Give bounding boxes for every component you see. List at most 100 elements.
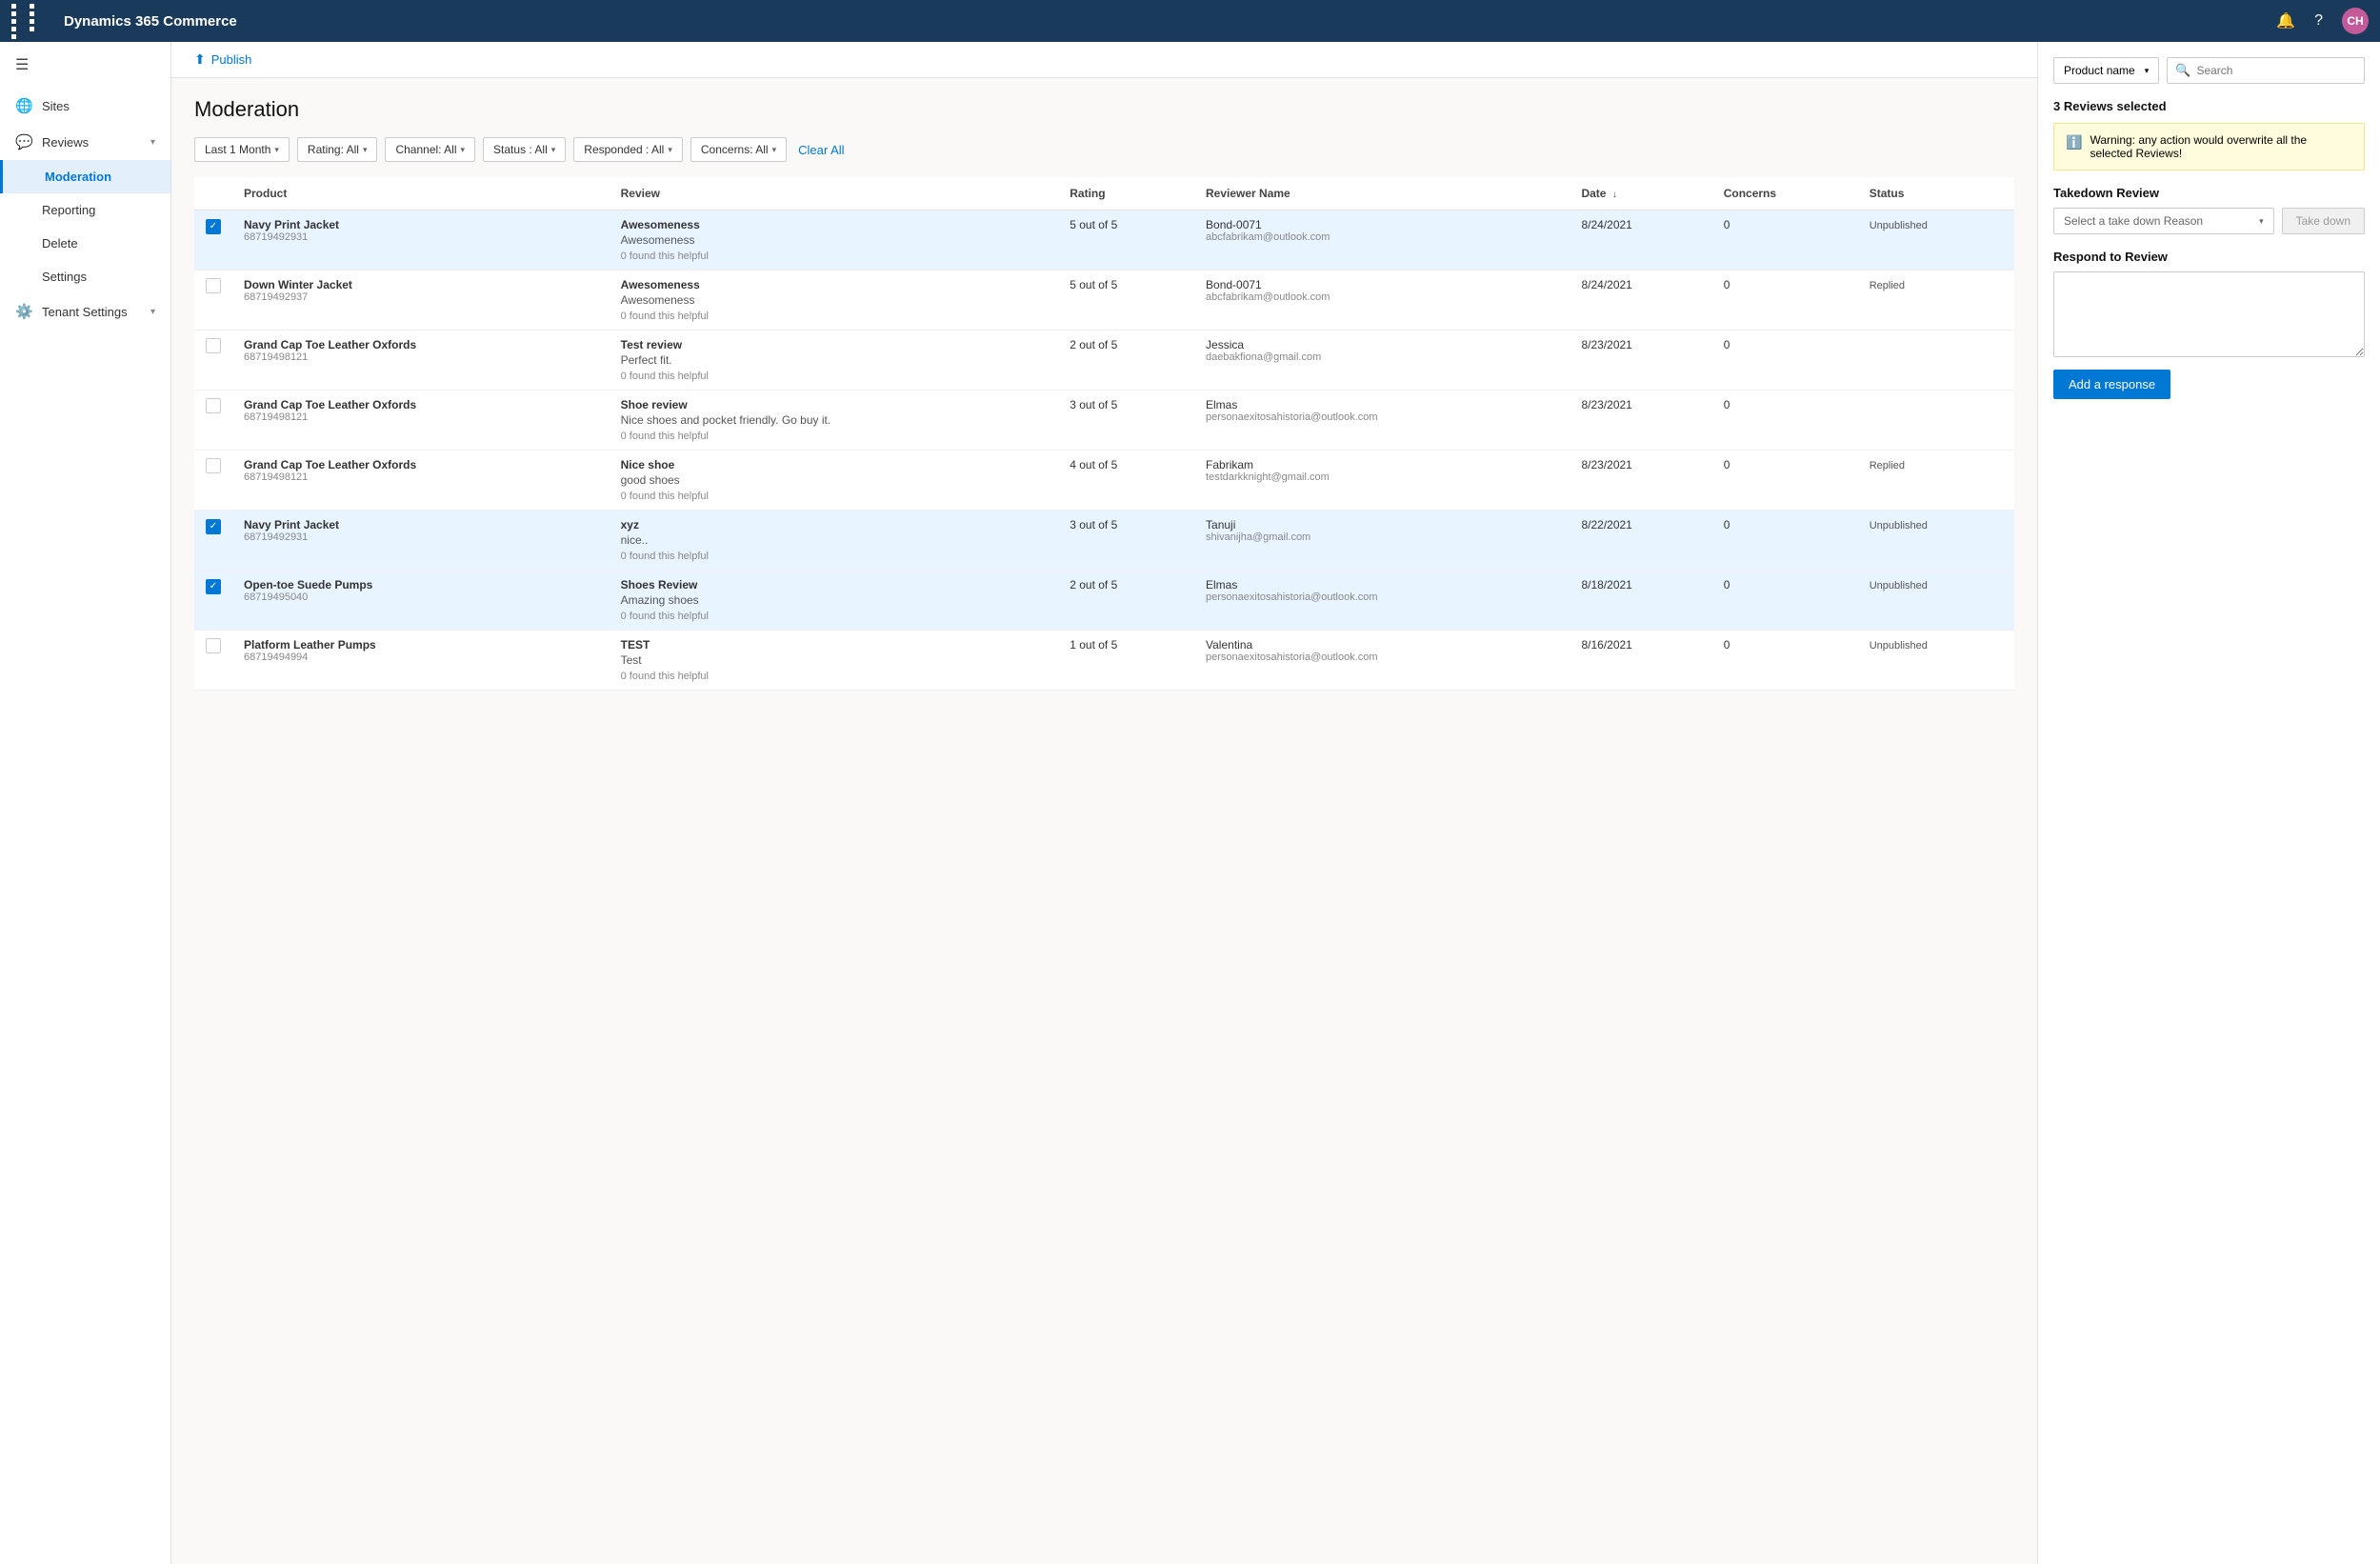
takedown-button[interactable]: Take down xyxy=(2282,208,2365,234)
row-checkbox-cell[interactable] xyxy=(194,391,232,451)
notification-icon[interactable]: 🔔 xyxy=(2276,11,2295,30)
concerns-count: 0 xyxy=(1724,518,1730,531)
sidebar-item-settings[interactable]: Settings xyxy=(0,260,170,293)
reviewer-cell: Elmas personaexitosahistoria@outlook.com xyxy=(1194,391,1570,451)
table-row: Down Winter Jacket 68719492937 Awesomene… xyxy=(194,271,2014,331)
reviewer-name: Tanuji xyxy=(1206,518,1558,531)
date-cell: 8/22/2021 xyxy=(1570,511,1711,571)
search-input[interactable] xyxy=(2196,64,2356,77)
rating-filter[interactable]: Rating: All ▾ xyxy=(297,137,378,162)
row-checkbox[interactable]: ✓ xyxy=(206,579,221,594)
rating-filter-label: Rating: All xyxy=(308,143,359,156)
takedown-reason-dropdown[interactable]: Select a take down Reason ▾ xyxy=(2053,208,2274,234)
status-filter[interactable]: Status : All ▾ xyxy=(483,137,566,162)
row-checkbox-cell[interactable] xyxy=(194,451,232,511)
select-all-header[interactable] xyxy=(194,177,232,211)
review-title: TEST xyxy=(621,638,1048,652)
row-checkbox[interactable]: ✓ xyxy=(206,519,221,534)
sidebar-item-label: Settings xyxy=(15,270,87,284)
sidebar-item-label: Moderation xyxy=(18,170,111,184)
product-name: Navy Print Jacket xyxy=(244,518,598,531)
row-checkbox[interactable] xyxy=(206,398,221,413)
review-date: 8/23/2021 xyxy=(1581,398,1631,411)
concerns-count: 0 xyxy=(1724,458,1730,471)
row-checkbox[interactable] xyxy=(206,638,221,653)
clear-all-button[interactable]: Clear All xyxy=(798,143,844,157)
right-panel: Product name ▾ 🔍 3 Reviews selected ℹ️ W… xyxy=(2037,42,2380,1564)
chevron-down-icon: ▾ xyxy=(150,307,155,317)
review-helpful: 0 found this helpful xyxy=(621,311,1048,322)
sidebar-item-delete[interactable]: Delete xyxy=(0,227,170,260)
product-name: Grand Cap Toe Leather Oxfords xyxy=(244,458,598,471)
help-icon[interactable]: ? xyxy=(2314,12,2323,30)
respond-textarea[interactable] xyxy=(2053,271,2365,357)
review-title: Awesomeness xyxy=(621,218,1048,231)
sidebar-item-reporting[interactable]: Reporting xyxy=(0,193,170,227)
publish-label: Publish xyxy=(211,52,252,67)
row-checkbox-cell[interactable]: ✓ xyxy=(194,571,232,631)
review-helpful: 0 found this helpful xyxy=(621,251,1048,262)
product-name-label: Product name xyxy=(2064,64,2135,77)
channel-filter[interactable]: Channel: All ▾ xyxy=(385,137,475,162)
app-title: Dynamics 365 Commerce xyxy=(64,13,237,30)
review-title: Shoes Review xyxy=(621,578,1048,592)
review-title: Test review xyxy=(621,338,1048,351)
date-cell: 8/23/2021 xyxy=(1570,451,1711,511)
sidebar-item-moderation[interactable]: Moderation xyxy=(0,160,170,193)
review-helpful: 0 found this helpful xyxy=(621,611,1048,622)
review-body: Awesomeness xyxy=(621,233,1048,247)
add-response-button[interactable]: Add a response xyxy=(2053,370,2170,399)
concerns-count: 0 xyxy=(1724,278,1730,291)
row-checkbox-cell[interactable] xyxy=(194,271,232,331)
status-cell: Replied xyxy=(1858,451,2014,511)
concerns-count: 0 xyxy=(1724,338,1730,351)
concerns-count: 0 xyxy=(1724,638,1730,652)
status-cell: Unpublished xyxy=(1858,571,2014,631)
sidebar-item-tenant-settings[interactable]: ⚙️ Tenant Settings ▾ xyxy=(0,293,170,330)
status-cell xyxy=(1858,331,2014,391)
row-checkbox[interactable]: ✓ xyxy=(206,219,221,234)
review-body: good shoes xyxy=(621,473,1048,487)
reviewer-cell: Bond-0071 abcfabrikam@outlook.com xyxy=(1194,211,1570,271)
respond-section-title: Respond to Review xyxy=(2053,250,2365,264)
row-checkbox[interactable] xyxy=(206,278,221,293)
concerns-filter[interactable]: Concerns: All ▾ xyxy=(690,137,787,162)
review-date: 8/23/2021 xyxy=(1581,338,1631,351)
reviewer-cell: Elmas personaexitosahistoria@outlook.com xyxy=(1194,571,1570,631)
product-name: Navy Print Jacket xyxy=(244,218,598,231)
helpful-count: 0 xyxy=(621,551,627,562)
warning-box: ℹ️ Warning: any action would overwrite a… xyxy=(2053,123,2365,170)
hamburger-icon[interactable]: ☰ xyxy=(0,42,170,88)
publish-button[interactable]: ⬆ Publish xyxy=(194,51,251,68)
user-avatar[interactable]: CH xyxy=(2342,8,2369,34)
row-checkbox-cell[interactable] xyxy=(194,631,232,691)
chevron-down-icon: ▾ xyxy=(551,145,556,155)
review-helpful: 0 found this helpful xyxy=(621,551,1048,562)
date-filter[interactable]: Last 1 Month ▾ xyxy=(194,137,290,162)
date-cell: 8/16/2021 xyxy=(1570,631,1711,691)
row-checkbox-cell[interactable] xyxy=(194,331,232,391)
row-checkbox[interactable] xyxy=(206,458,221,473)
sidebar-item-sites[interactable]: 🌐 Sites xyxy=(0,88,170,124)
rating-cell: 3 out of 5 xyxy=(1058,511,1194,571)
row-checkbox-cell[interactable]: ✓ xyxy=(194,511,232,571)
review-date: 8/22/2021 xyxy=(1581,518,1631,531)
status-value: Unpublished xyxy=(1870,640,1928,652)
row-checkbox-cell[interactable]: ✓ xyxy=(194,211,232,271)
table-row: Grand Cap Toe Leather Oxfords 6871949812… xyxy=(194,451,2014,511)
row-checkbox[interactable] xyxy=(206,338,221,353)
reviewer-cell: Bond-0071 abcfabrikam@outlook.com xyxy=(1194,271,1570,331)
date-column-header[interactable]: Date ↓ xyxy=(1570,177,1711,211)
chevron-down-icon: ▾ xyxy=(274,145,279,155)
status-cell: Replied xyxy=(1858,271,2014,331)
sidebar-item-reviews[interactable]: 💬 Reviews ▾ xyxy=(0,124,170,160)
helpful-count: 0 xyxy=(621,491,627,502)
grid-icon[interactable] xyxy=(11,4,45,39)
responded-filter[interactable]: Responded : All ▾ xyxy=(573,137,683,162)
status-value: Unpublished xyxy=(1870,520,1928,531)
product-name: Open-toe Suede Pumps xyxy=(244,578,598,592)
product-name-dropdown[interactable]: Product name ▾ xyxy=(2053,57,2159,84)
product-id: 68719495040 xyxy=(244,592,598,603)
table-row: ✓ Open-toe Suede Pumps 68719495040 Shoes… xyxy=(194,571,2014,631)
search-box: 🔍 xyxy=(2167,57,2365,84)
